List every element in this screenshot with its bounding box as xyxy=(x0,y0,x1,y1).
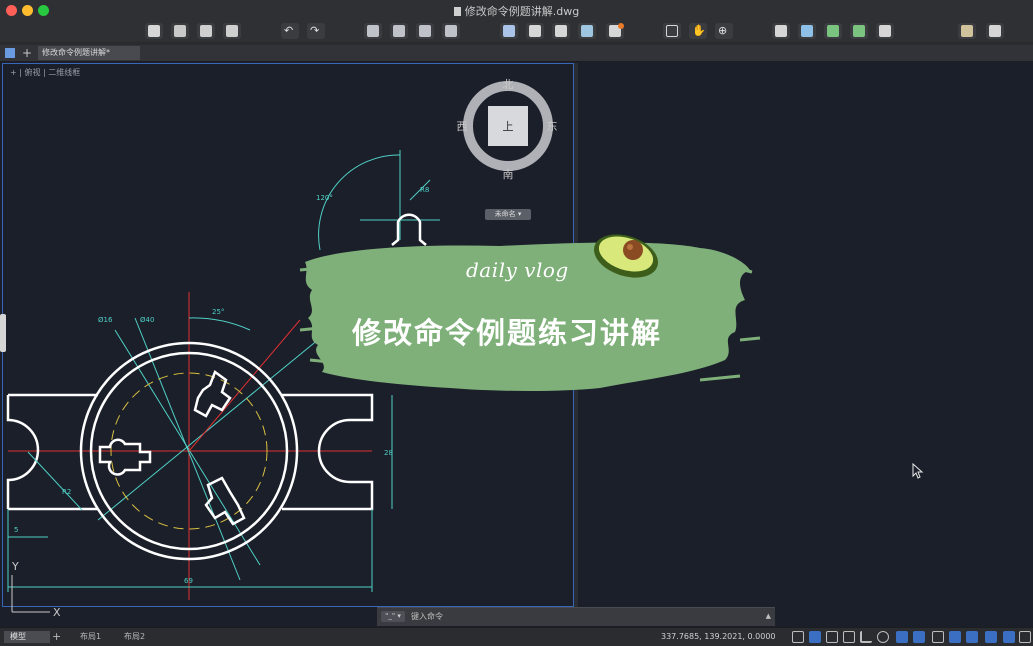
grid-display-icon[interactable] xyxy=(809,631,821,643)
layout-tab-layout2[interactable]: 布局2 xyxy=(118,631,151,643)
coordinate-readout: 337.7685, 139.2021, 0.0000 xyxy=(661,632,776,641)
customize-icon[interactable] xyxy=(1019,631,1031,643)
dynamic-input-icon[interactable] xyxy=(843,631,855,643)
layout-tab-model[interactable]: 模型 xyxy=(4,631,50,643)
banner-title: 修改命令例题练习讲解 xyxy=(352,316,663,350)
grid-icon[interactable] xyxy=(826,631,838,643)
otrack-icon[interactable] xyxy=(913,631,925,643)
polar-icon[interactable] xyxy=(877,631,889,643)
annotation-icon[interactable] xyxy=(985,631,997,643)
command-recent-button[interactable]: "_" ▾ xyxy=(381,611,405,622)
mouse-cursor-icon xyxy=(912,463,924,479)
layout-tab-layout1[interactable]: 布局1 xyxy=(74,631,107,643)
osnap-icon[interactable] xyxy=(896,631,908,643)
command-input[interactable]: 键入命令 xyxy=(411,611,443,622)
command-line[interactable]: "_" ▾ 键入命令 ▲ xyxy=(377,607,775,626)
snap-icon[interactable] xyxy=(792,631,804,643)
workspace-icon[interactable] xyxy=(1003,631,1015,643)
command-expand-icon[interactable]: ▲ xyxy=(766,611,771,622)
layout-tab-add[interactable]: + xyxy=(46,631,67,643)
lineweight-icon[interactable] xyxy=(932,631,944,643)
banner-subtitle: daily vlog xyxy=(466,258,569,282)
transparency-icon[interactable] xyxy=(949,631,961,643)
selection-cycling-icon[interactable] xyxy=(966,631,978,643)
status-bar: 模型 + 布局1 布局2 337.7685, 139.2021, 0.0000 xyxy=(0,627,1033,646)
ortho-icon[interactable] xyxy=(860,631,872,643)
